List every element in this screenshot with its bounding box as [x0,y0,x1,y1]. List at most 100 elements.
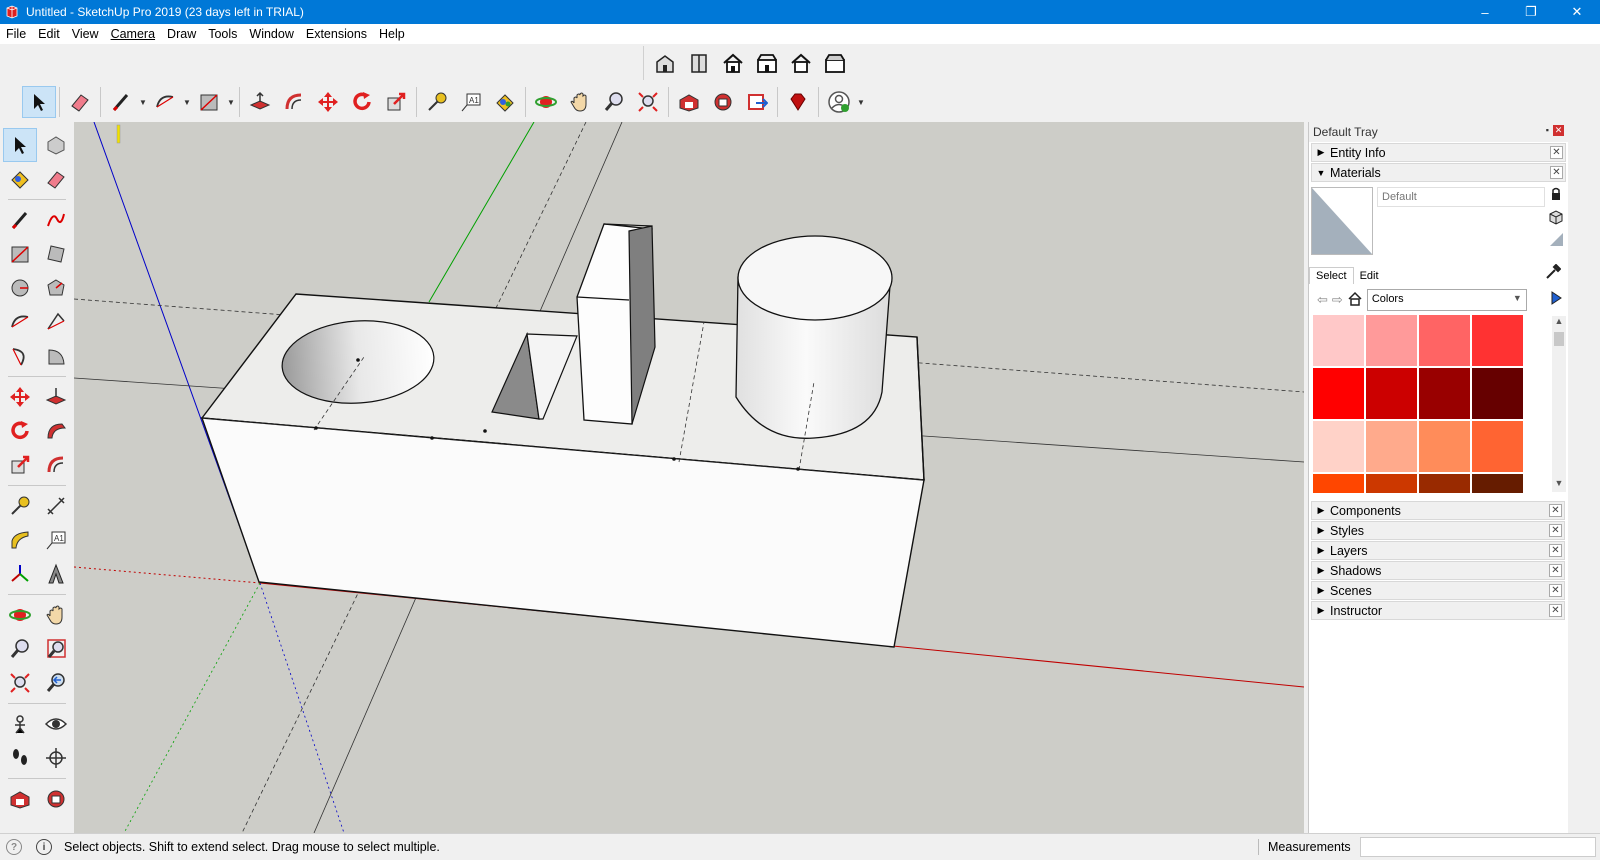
extension-warehouse-icon[interactable] [706,86,740,118]
push-pull-tool-icon[interactable] [39,380,73,414]
pie-tool-icon[interactable] [39,339,73,373]
color-swatch[interactable] [1313,368,1364,419]
rectangle-icon[interactable] [192,86,226,118]
menu-draw[interactable]: Draw [161,24,202,44]
push-pull-icon[interactable] [243,86,277,118]
color-swatch[interactable] [1419,421,1470,472]
panel-scenes[interactable]: ▶ Scenes ✕ [1311,581,1565,600]
front-view-icon[interactable] [716,47,750,79]
freehand-tool-icon[interactable] [39,203,73,237]
display-secondary-pane-icon[interactable] [1550,187,1562,204]
arc-dropdown-icon[interactable]: ▼ [182,86,192,118]
top-view-icon[interactable] [682,47,716,79]
material-name-field[interactable]: Default [1377,187,1545,207]
extension-warehouse-tool-icon[interactable] [39,782,73,816]
left-view-icon[interactable] [818,47,852,79]
line-icon[interactable] [104,86,138,118]
panel-close-icon[interactable]: ✕ [1549,544,1562,557]
color-swatch[interactable] [1313,421,1364,472]
back-view-icon[interactable] [784,47,818,79]
menu-extensions[interactable]: Extensions [300,24,373,44]
three-point-arc-tool-icon[interactable] [3,339,37,373]
two-point-arc-tool-icon[interactable] [39,305,73,339]
modeling-viewport[interactable] [74,122,1304,833]
library-select[interactable]: Colors ▼ [1366,289,1527,311]
menu-tools[interactable]: Tools [202,24,243,44]
panel-close-icon[interactable]: ✕ [1549,604,1562,617]
color-swatch[interactable] [1366,368,1417,419]
swatch-scrollbar[interactable]: ▲ ▼ [1552,316,1566,492]
color-swatch[interactable] [1419,368,1470,419]
make-component-icon[interactable] [39,128,73,162]
scale-icon[interactable] [379,86,413,118]
panel-close-icon[interactable]: ✕ [1549,504,1562,517]
zoom-extents-icon[interactable] [631,86,665,118]
menu-window[interactable]: Window [243,24,299,44]
panel-entity-info[interactable]: ▶ Entity Info ✕ [1311,143,1566,162]
tape-measure-icon[interactable] [420,86,454,118]
paint-bucket-icon[interactable] [488,86,522,118]
account-dropdown-icon[interactable]: ▼ [856,86,866,118]
account-icon[interactable] [822,86,856,118]
menu-help[interactable]: Help [373,24,411,44]
arc-icon[interactable] [148,86,182,118]
scroll-thumb[interactable] [1554,332,1564,346]
tray-close-icon[interactable]: ✕ [1553,125,1564,136]
line-dropdown-icon[interactable]: ▼ [138,86,148,118]
menu-camera[interactable]: Camera [105,24,161,44]
forward-arrow-icon[interactable]: ⇨ [1332,292,1343,308]
look-around-tool-icon[interactable] [39,707,73,741]
color-swatch[interactable] [1366,474,1417,493]
in-model-home-icon[interactable] [1347,291,1363,310]
move-icon[interactable] [311,86,345,118]
right-view-icon[interactable] [750,47,784,79]
color-swatch[interactable] [1472,474,1523,493]
orbit-tool-icon[interactable] [3,598,37,632]
axes-tool-icon[interactable] [3,557,37,591]
color-swatch[interactable] [1313,474,1364,493]
tape-measure-tool-icon[interactable] [3,489,37,523]
polygon-tool-icon[interactable] [39,271,73,305]
material-preview-swatch[interactable] [1311,187,1373,255]
back-arrow-icon[interactable]: ⇦ [1317,292,1328,308]
protractor-tool-icon[interactable] [3,523,37,557]
circle-tool-icon[interactable] [3,271,37,305]
minimize-button[interactable]: – [1462,0,1508,24]
rectangle-tool-icon[interactable] [3,237,37,271]
panel-close-icon[interactable]: ✕ [1549,564,1562,577]
iso-view-icon[interactable] [648,47,682,79]
ruby-console-icon[interactable] [781,86,815,118]
eraser-tool-icon[interactable] [39,162,73,196]
panel-instructor[interactable]: ▶ Instructor ✕ [1311,601,1565,620]
panel-close-icon[interactable]: ✕ [1550,166,1563,179]
zoom-extents-tool-icon[interactable] [3,666,37,700]
follow-me-tool-icon[interactable] [39,414,73,448]
pin-icon[interactable]: ▪ [1546,125,1549,136]
scale-tool-icon[interactable] [3,448,37,482]
panel-components[interactable]: ▶ Components ✕ [1311,501,1565,520]
menu-edit[interactable]: Edit [32,24,66,44]
walk-tool-icon[interactable] [3,741,37,775]
maximize-button[interactable]: ❐ [1508,0,1554,24]
text-tool-icon[interactable]: A1 [39,523,73,557]
position-camera-tool-icon[interactable] [3,707,37,741]
scroll-down-icon[interactable]: ▼ [1552,478,1566,492]
instructor-info-icon[interactable]: i [36,839,52,855]
rotate-icon[interactable] [345,86,379,118]
zoom-window-tool-icon[interactable] [39,632,73,666]
panel-layers[interactable]: ▶ Layers ✕ [1311,541,1565,560]
scroll-up-icon[interactable]: ▲ [1552,316,1566,330]
color-swatch[interactable] [1472,315,1523,366]
panel-styles[interactable]: ▶ Styles ✕ [1311,521,1565,540]
select-tool-icon[interactable] [3,128,37,162]
sample-paint-icon[interactable] [1545,263,1562,283]
panel-close-icon[interactable]: ✕ [1550,146,1563,159]
zoom-icon[interactable] [597,86,631,118]
color-swatch[interactable] [1472,368,1523,419]
move-tool-icon[interactable] [3,380,37,414]
color-swatch[interactable] [1419,474,1470,493]
dimension-tool-icon[interactable] [39,489,73,523]
section-plane-tool-icon[interactable] [39,741,73,775]
arc-tool-icon[interactable] [3,305,37,339]
previous-view-tool-icon[interactable] [39,666,73,700]
